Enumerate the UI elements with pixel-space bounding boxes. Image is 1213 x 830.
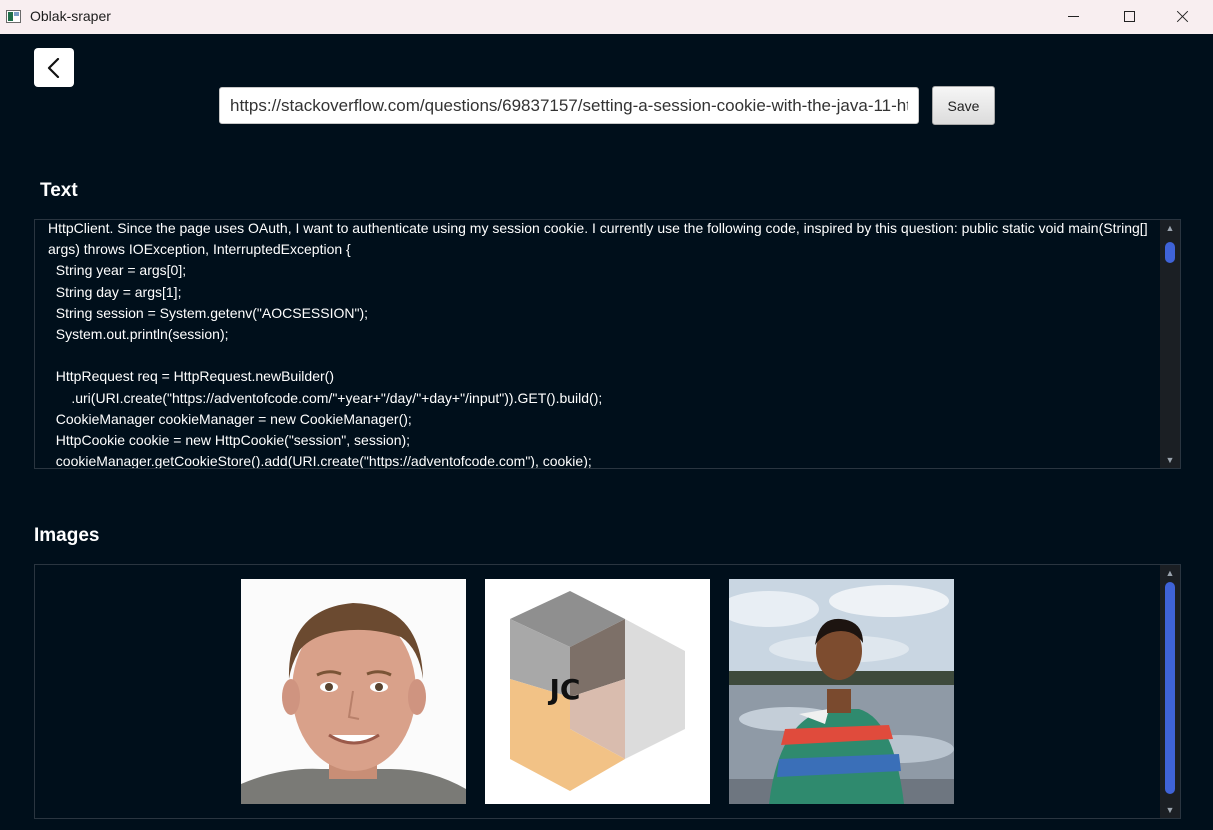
chevron-left-icon bbox=[47, 58, 60, 78]
gallery-image-lake-photo[interactable] bbox=[729, 579, 954, 804]
gallery-image-portrait[interactable] bbox=[241, 579, 466, 804]
minimize-icon bbox=[1068, 16, 1079, 17]
scroll-up-icon[interactable]: ▲ bbox=[1160, 221, 1180, 235]
maximize-icon bbox=[1124, 11, 1135, 22]
text-scroll-thumb[interactable] bbox=[1165, 242, 1175, 263]
text-heading: Text bbox=[40, 180, 78, 201]
scraped-text: HttpClient. Since the page uses OAuth, I… bbox=[48, 220, 1148, 469]
back-button[interactable] bbox=[34, 48, 74, 87]
text-scrollbar[interactable]: ▲ ▼ bbox=[1160, 220, 1180, 468]
url-input[interactable] bbox=[219, 87, 919, 124]
app-icon bbox=[6, 10, 21, 23]
scroll-down-icon[interactable]: ▼ bbox=[1160, 803, 1180, 817]
text-content-area[interactable]: HttpClient. Since the page uses OAuth, I… bbox=[34, 219, 1181, 469]
gallery-image-jc-logo[interactable]: JC bbox=[485, 579, 710, 804]
scroll-down-icon[interactable]: ▼ bbox=[1160, 453, 1180, 467]
images-scroll-thumb[interactable] bbox=[1165, 582, 1175, 794]
minimize-button[interactable] bbox=[1051, 0, 1097, 34]
window-title-bar: Oblak-sraper bbox=[0, 0, 1213, 34]
maximize-button[interactable] bbox=[1106, 0, 1152, 34]
save-button[interactable]: Save bbox=[932, 86, 995, 125]
window-title: Oblak-sraper bbox=[30, 8, 111, 24]
images-gallery[interactable]: JC ▲ ▼ bbox=[34, 564, 1181, 819]
jc-logo-text: JC bbox=[548, 673, 581, 706]
images-scrollbar[interactable]: ▲ ▼ bbox=[1160, 565, 1180, 818]
scroll-up-icon[interactable]: ▲ bbox=[1160, 566, 1180, 580]
images-heading: Images bbox=[34, 525, 100, 546]
close-button[interactable] bbox=[1160, 0, 1206, 34]
